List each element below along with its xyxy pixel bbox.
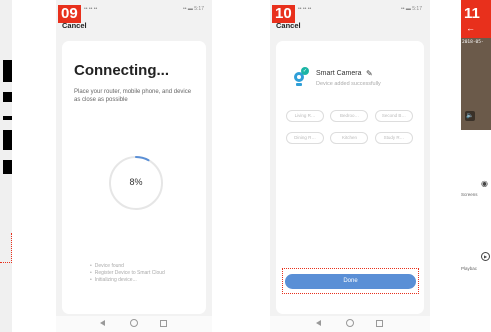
arrow-left-icon[interactable]: ← [466, 23, 475, 33]
camera-icon[interactable]: ◉ [481, 179, 488, 188]
status-bar-left: •• •• •• [84, 6, 98, 12]
system-nav-bar [270, 316, 430, 332]
status-bar-right: •• ▬ 5:17 [182, 6, 204, 12]
instruction-text: Place your router, mobile phone, and dev… [74, 89, 192, 103]
status-bar-left: •• •• •• [298, 6, 312, 12]
video-timestamp: 2018-05- [462, 40, 484, 45]
room-chip[interactable]: Living R… [286, 110, 324, 122]
qr-fragment [3, 130, 12, 150]
highlight-outline [0, 233, 12, 263]
screenshot-label: Screens [461, 192, 478, 197]
success-check-icon: ✓ [301, 67, 309, 75]
phone-step-11: ← 11 2018-05- 🔈 ◉ Screens ▶ Playbac [461, 0, 491, 332]
page-title: Connecting... [74, 62, 169, 79]
step-badge: 09 [58, 5, 81, 23]
nav-recent-icon[interactable] [376, 319, 383, 327]
step-badge: 10 [272, 5, 295, 23]
nav-home-icon[interactable] [346, 319, 354, 327]
device-added-card: ✓ Smart Camera ✎ Device added successful… [276, 41, 424, 314]
nav-back-icon[interactable] [100, 320, 105, 326]
nav-back-icon[interactable] [316, 320, 321, 326]
device-name: Smart Camera [316, 70, 362, 77]
nav-home-icon[interactable] [130, 319, 138, 327]
device-status: Device added successfully [316, 81, 381, 87]
device-row: ✓ Smart Camera ✎ Device added successful… [292, 67, 412, 94]
system-nav-bar [56, 316, 212, 332]
step-badge: 11 [461, 5, 483, 23]
room-chip[interactable]: Kitchen [330, 132, 369, 144]
room-chip[interactable]: Bedroo… [330, 110, 369, 122]
tutorial-steps: 09 •• •• •• •• ▬ 5:17 Cancel Connecting.… [0, 0, 491, 332]
status-list: Device found Register Device to Smart Cl… [90, 263, 165, 284]
progress-percent: 8% [129, 177, 143, 187]
phone-step-10: 10 •• •• •• •• ▬ 5:17 Cancel ✓ Smart Cam… [270, 0, 430, 332]
qr-fragment [3, 116, 12, 120]
playback-label: Playbac [461, 266, 478, 271]
phone-partial-left [0, 0, 12, 332]
qr-fragment [3, 92, 12, 102]
done-button[interactable]: Done [285, 274, 416, 289]
nav-recent-icon[interactable] [160, 319, 167, 327]
status-bar-right: •• ▬ 5:17 [400, 6, 422, 12]
qr-fragment [3, 60, 12, 82]
room-chip[interactable]: Second B… [374, 110, 413, 122]
room-chip[interactable]: Study R… [374, 132, 413, 144]
connecting-card: Connecting... Place your router, mobile … [62, 41, 206, 314]
qr-fragment [3, 160, 12, 174]
status-item: Initializing device... [90, 277, 165, 284]
status-item: Register Device to Smart Cloud [90, 270, 165, 277]
play-icon[interactable]: ▶ [481, 252, 490, 261]
speaker-icon[interactable]: 🔈 [465, 111, 475, 121]
phone-step-09: 09 •• •• •• •• ▬ 5:17 Cancel Connecting.… [56, 0, 212, 332]
status-item: Device found [90, 263, 165, 270]
live-video-view[interactable]: 2018-05- 🔈 [461, 38, 491, 130]
room-chip-list: Living R… Bedroo… Second B… Dining R… Ki… [286, 104, 416, 148]
edit-pencil-icon[interactable]: ✎ [366, 69, 373, 78]
room-chip[interactable]: Dining R… [286, 132, 324, 144]
